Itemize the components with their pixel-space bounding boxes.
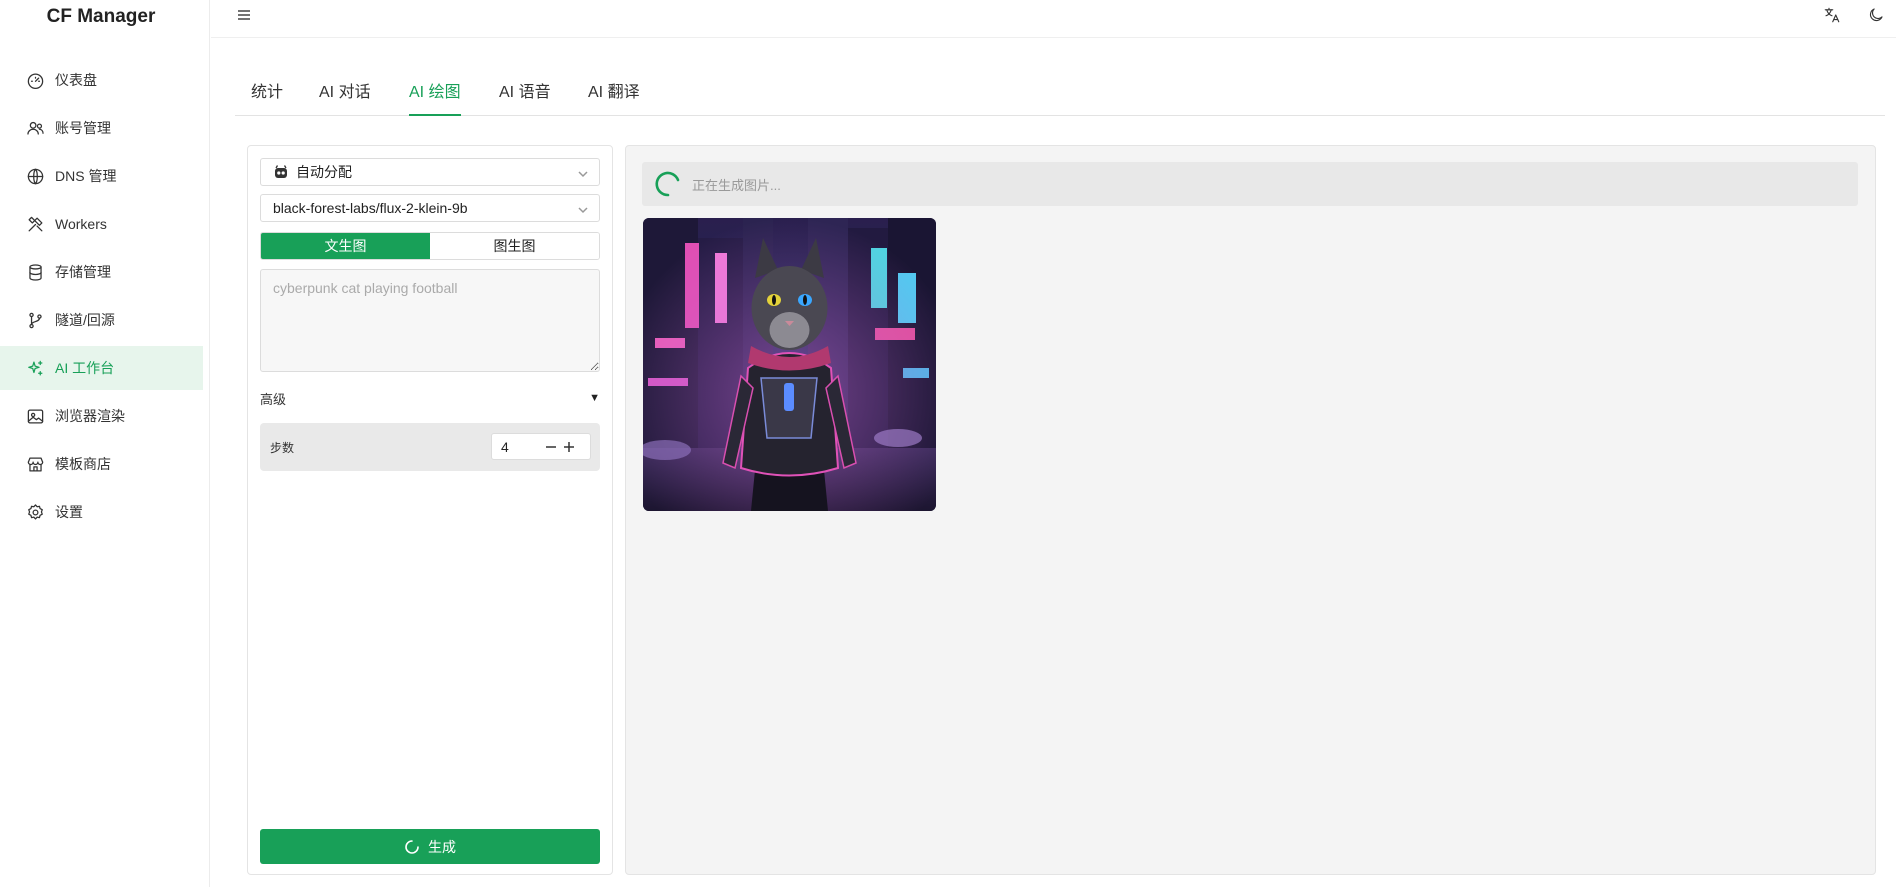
steps-stepper [491, 433, 591, 460]
account-select-value: 自动分配 [296, 164, 352, 180]
globe-icon [24, 165, 46, 187]
store-icon [24, 453, 46, 475]
chevron-down-icon [577, 167, 589, 179]
account-select[interactable]: 自动分配 [260, 158, 600, 186]
advanced-toggle[interactable]: 高级 ▼ [260, 388, 600, 408]
menu-icon[interactable] [235, 6, 253, 24]
tab-ai-drawing[interactable]: AI 绘图 [409, 78, 461, 116]
model-select[interactable]: black-forest-labs/flux-2-klein-9b [260, 194, 600, 222]
tab-ai-voice[interactable]: AI 语音 [499, 78, 551, 116]
sidebar-item-ai-workbench[interactable]: AI 工作台 [0, 346, 203, 390]
users-icon [24, 117, 46, 139]
translate-icon[interactable] [1821, 4, 1843, 26]
minus-icon[interactable] [542, 438, 560, 456]
app-root: CF Manager 仪表盘 账号管理 DNS 管理 Workers 存储管理 … [0, 0, 1896, 887]
sidebar-item-storage[interactable]: 存储管理 [0, 250, 203, 294]
sidebar-item-label: DNS 管理 [55, 168, 117, 184]
sidebar-item-dashboard[interactable]: 仪表盘 [0, 58, 203, 102]
mode-img2img-button[interactable]: 图生图 [430, 233, 599, 259]
sidebar: CF Manager 仪表盘 账号管理 DNS 管理 Workers 存储管理 … [0, 0, 210, 887]
loading-spinner-icon [405, 839, 419, 854]
dashboard-icon [24, 69, 46, 91]
sidebar-nav: 仪表盘 账号管理 DNS 管理 Workers 存储管理 隧道/回源 AI 工作… [0, 58, 203, 538]
database-icon [24, 261, 46, 283]
sidebar-item-browser-render[interactable]: 浏览器渲染 [0, 394, 203, 438]
generated-image-art [643, 218, 936, 511]
chevron-down-icon [577, 203, 589, 215]
mode-switch: 文生图 图生图 [260, 232, 600, 260]
caret-down-icon: ▼ [589, 392, 600, 404]
moon-icon[interactable] [1865, 4, 1887, 26]
steps-param: 步数 [260, 423, 600, 471]
bot-icon [273, 164, 289, 180]
sidebar-item-label: 仪表盘 [55, 72, 97, 88]
status-text: 正在生成图片... [692, 177, 781, 193]
sidebar-item-tunnel[interactable]: 隧道/回源 [0, 298, 203, 342]
git-branch-icon [24, 309, 46, 331]
generation-form: 自动分配 black-forest-labs/flux-2-klein-9b 文… [247, 145, 613, 875]
loading-spinner-icon [655, 171, 680, 197]
app-title: CF Manager [46, 6, 156, 27]
top-header [211, 0, 1896, 38]
tools-icon [24, 213, 46, 235]
generated-image[interactable] [643, 218, 936, 511]
gear-icon [24, 501, 46, 523]
sidebar-item-label: Workers [55, 216, 107, 232]
sidebar-item-label: 模板商店 [55, 456, 111, 472]
tab-ai-translate[interactable]: AI 翻译 [588, 78, 640, 116]
sidebar-item-label: 隧道/回源 [55, 312, 115, 328]
model-select-value: black-forest-labs/flux-2-klein-9b [273, 200, 468, 216]
sidebar-item-workers[interactable]: Workers [0, 202, 203, 246]
result-panel: 正在生成图片... [625, 145, 1876, 875]
sidebar-item-dns[interactable]: DNS 管理 [0, 154, 203, 198]
generate-button[interactable]: 生成 [260, 829, 600, 864]
sidebar-item-settings[interactable]: 设置 [0, 490, 203, 534]
steps-label: 步数 [270, 441, 295, 455]
advanced-label: 高级 [260, 391, 287, 407]
sidebar-item-accounts[interactable]: 账号管理 [0, 106, 203, 150]
sparkles-icon [24, 357, 46, 379]
sidebar-item-label: AI 工作台 [55, 360, 115, 376]
steps-input[interactable] [492, 438, 542, 455]
sidebar-item-label: 存储管理 [55, 264, 111, 280]
generate-label: 生成 [428, 838, 456, 855]
sidebar-item-label: 设置 [55, 504, 83, 520]
image-icon [24, 405, 46, 427]
sidebar-item-label: 浏览器渲染 [55, 408, 125, 424]
mode-text2img-button[interactable]: 文生图 [261, 233, 430, 259]
sidebar-item-template-store[interactable]: 模板商店 [0, 442, 203, 486]
prompt-input[interactable] [260, 269, 600, 372]
plus-icon[interactable] [560, 438, 578, 456]
generation-status: 正在生成图片... [642, 162, 1858, 206]
tab-ai-chat[interactable]: AI 对话 [319, 78, 371, 116]
tab-stats[interactable]: 统计 [251, 78, 283, 116]
sidebar-item-label: 账号管理 [55, 120, 111, 136]
ai-tabs: 统计 AI 对话 AI 绘图 AI 语音 AI 翻译 [235, 72, 1885, 116]
